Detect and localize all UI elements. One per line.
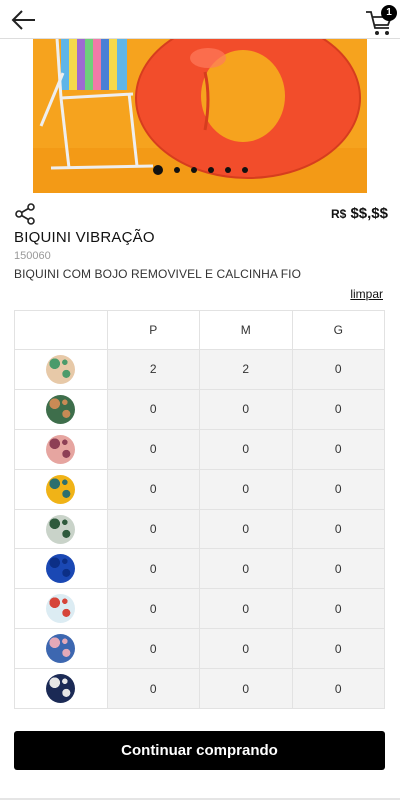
share-icon [15, 203, 35, 225]
top-bar: 1 [0, 0, 400, 39]
size-header-m: M [199, 310, 293, 350]
carousel-dot-2[interactable] [174, 167, 180, 173]
qty-cell-m[interactable]: 0 [199, 548, 293, 590]
swatch-cell [14, 628, 108, 670]
grid-row: 000 [14, 668, 385, 710]
grid-row: 000 [14, 428, 385, 470]
carousel-dot-6[interactable] [242, 167, 248, 173]
qty-cell-g[interactable]: 0 [291, 668, 385, 710]
color-swatch-blue-floral-print[interactable] [46, 634, 76, 664]
product-name: BIQUINI VIBRAÇÃO [14, 229, 155, 246]
qty-cell-g[interactable]: 0 [291, 388, 385, 430]
qty-cell-p[interactable]: 0 [106, 508, 200, 550]
size-color-grid: P M G 220000000000000000000000000 [14, 310, 385, 710]
carousel-dot-3[interactable] [191, 167, 197, 173]
color-swatch-palm-leaf-print[interactable] [46, 514, 76, 544]
color-swatch-light-floral-print[interactable] [46, 354, 76, 384]
qty-cell-m[interactable]: 0 [199, 628, 293, 670]
swatch-cell [14, 668, 108, 710]
qty-cell-g[interactable]: 0 [291, 628, 385, 670]
color-swatch-colorful-ditsy-print[interactable] [46, 594, 76, 624]
qty-cell-p[interactable]: 0 [106, 468, 200, 510]
cart-count-badge: 1 [381, 5, 397, 21]
qty-cell-g[interactable]: 0 [291, 508, 385, 550]
qty-cell-p[interactable]: 0 [106, 628, 200, 670]
qty-cell-m[interactable]: 2 [199, 349, 293, 390]
qty-cell-p[interactable]: 0 [106, 588, 200, 630]
qty-cell-p[interactable]: 2 [106, 349, 200, 390]
carousel-dot-1[interactable] [153, 165, 163, 175]
qty-cell-g[interactable]: 0 [291, 588, 385, 630]
grid-row: 000 [14, 548, 385, 590]
grid-header-row: P M G [14, 310, 385, 350]
color-swatch-navy-print[interactable] [46, 674, 76, 704]
price-value: $$,$$ [350, 205, 388, 222]
grid-corner-cell [14, 310, 108, 350]
carousel-dot-5[interactable] [225, 167, 231, 173]
size-header-p: P [106, 310, 200, 350]
qty-cell-m[interactable]: 0 [199, 668, 293, 710]
color-swatch-green-leaf-print[interactable] [46, 394, 76, 424]
price-currency: R$ [330, 207, 347, 221]
qty-cell-g[interactable]: 0 [291, 349, 385, 390]
color-swatch-solid-royal-blue[interactable] [46, 554, 76, 584]
carousel-dots [153, 163, 259, 177]
swatch-cell [14, 588, 108, 630]
swatch-cell [14, 428, 108, 470]
qty-cell-p[interactable]: 0 [106, 388, 200, 430]
back-button[interactable] [10, 8, 38, 32]
grid-row: 000 [14, 468, 385, 510]
arrow-left-icon [11, 10, 35, 30]
swatch-cell [14, 388, 108, 430]
qty-cell-m[interactable]: 0 [199, 508, 293, 550]
qty-cell-m[interactable]: 0 [199, 388, 293, 430]
swatch-cell [14, 349, 108, 390]
grid-row: 000 [14, 508, 385, 550]
qty-cell-p[interactable]: 0 [106, 428, 200, 470]
qty-cell-g[interactable]: 0 [291, 428, 385, 470]
grid-row: 000 [14, 588, 385, 630]
qty-cell-g[interactable]: 0 [291, 548, 385, 590]
qty-cell-g[interactable]: 0 [291, 468, 385, 510]
product-price: R$ $$,$$ [331, 205, 388, 222]
grid-row: 000 [14, 628, 385, 670]
swatch-cell [14, 548, 108, 590]
size-header-g: G [291, 310, 385, 350]
swatch-cell [14, 508, 108, 550]
grid-row: 000 [14, 388, 385, 430]
qty-cell-m[interactable]: 0 [199, 468, 293, 510]
product-sku: 150060 [14, 250, 51, 262]
continue-shopping-button[interactable]: Continuar comprando [14, 731, 385, 770]
carousel-dot-4[interactable] [208, 167, 214, 173]
qty-cell-m[interactable]: 0 [199, 588, 293, 630]
cart-button[interactable]: 1 [364, 4, 398, 36]
swatch-cell [14, 468, 108, 510]
qty-cell-m[interactable]: 0 [199, 428, 293, 470]
grid-body: 220000000000000000000000000 [14, 349, 385, 710]
product-description: BIQUINI COM BOJO REMOVIVEL E CALCINHA FI… [14, 267, 302, 281]
color-swatch-yellow-tropical-print[interactable] [46, 474, 76, 504]
qty-cell-p[interactable]: 0 [106, 668, 200, 710]
clear-link[interactable]: limpar [350, 287, 383, 301]
grid-row: 220 [14, 349, 385, 390]
color-swatch-pink-floral-print[interactable] [46, 434, 76, 464]
qty-cell-p[interactable]: 0 [106, 548, 200, 590]
share-button[interactable] [13, 202, 37, 226]
